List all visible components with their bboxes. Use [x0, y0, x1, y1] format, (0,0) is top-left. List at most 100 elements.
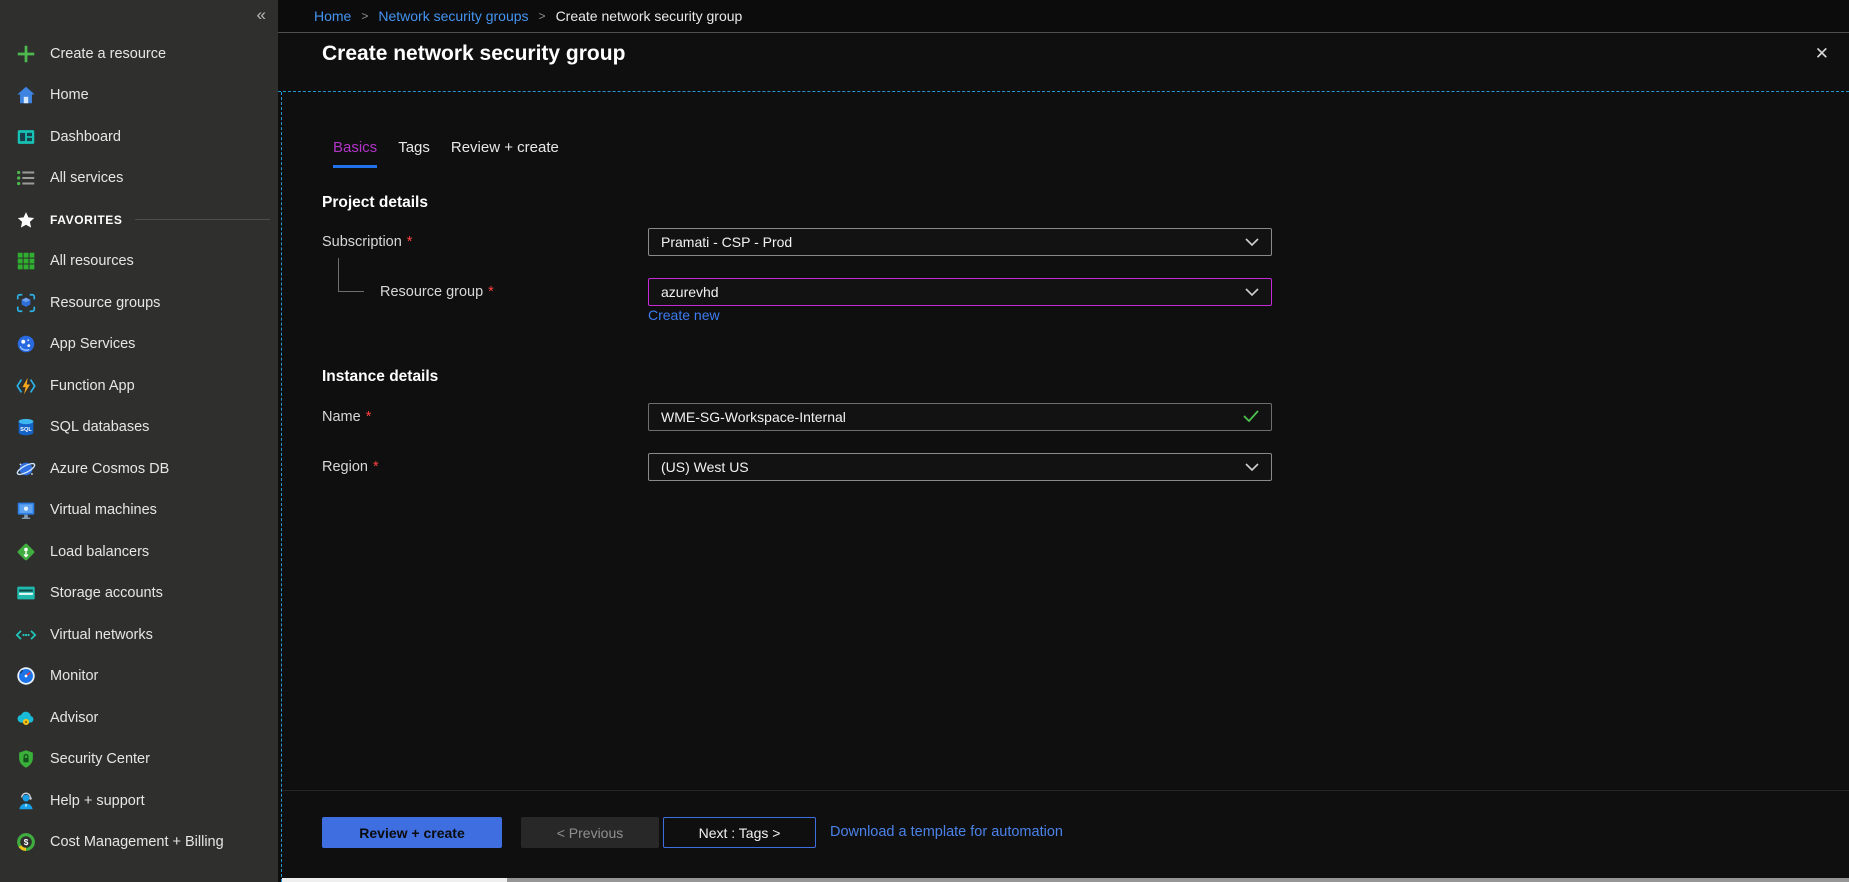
sidebar-item-cost-management-billing[interactable]: $ Cost Management + Billing [0, 822, 278, 864]
resource-group-dropdown[interactable]: azurevhd [648, 278, 1272, 306]
star-icon [14, 208, 38, 232]
list-icon [14, 166, 38, 190]
storage-icon [14, 581, 38, 605]
load-balancer-icon [14, 540, 38, 564]
tab-basics[interactable]: Basics [333, 139, 377, 168]
sidebar-item-all-services[interactable]: All services [0, 158, 278, 200]
favorites-divider [135, 219, 270, 220]
tab-tags[interactable]: Tags [398, 139, 430, 168]
breadcrumb-network-security-groups-link[interactable]: Network security groups [378, 8, 528, 24]
security-center-icon [14, 747, 38, 771]
download-template-link[interactable]: Download a template for automation [830, 817, 1063, 848]
project-details-heading: Project details [322, 194, 428, 212]
sidebar-nav: Create a resource Home Dashboard All ser… [0, 33, 278, 863]
sidebar-collapse-button[interactable]: « [251, 3, 272, 27]
name-input[interactable]: WME-SG-Workspace-Internal [648, 403, 1272, 431]
sidebar-item-label: App Services [50, 336, 135, 352]
resource-group-connector-line [338, 258, 364, 292]
horizontal-scrollbar-thumb[interactable] [282, 878, 507, 882]
sidebar-item-app-services[interactable]: App Services [0, 324, 278, 366]
sidebar-item-storage-accounts[interactable]: Storage accounts [0, 573, 278, 615]
sidebar-item-label: Dashboard [50, 129, 121, 145]
region-label: Region* [322, 453, 379, 481]
main-area: Home > Network security groups > Create … [278, 0, 1849, 882]
sidebar-section-favorites: FAVORITES [0, 199, 278, 241]
sidebar-item-label: Help + support [50, 793, 145, 809]
valid-check-icon [1243, 409, 1259, 425]
sidebar-item-all-resources[interactable]: All resources [0, 241, 278, 283]
page-title: Create network security group [322, 42, 625, 66]
sidebar-item-label: Security Center [50, 751, 150, 767]
close-icon[interactable]: ✕ [1809, 42, 1835, 66]
sidebar-item-label: Function App [50, 378, 135, 394]
svg-text:$: $ [24, 838, 29, 847]
sidebar-item-label: Virtual networks [50, 627, 153, 643]
sidebar-item-create-a-resource[interactable]: Create a resource [0, 33, 278, 75]
sidebar-item-label: SQL databases [50, 419, 149, 435]
breadcrumb-home-link[interactable]: Home [314, 8, 351, 24]
required-marker: * [488, 284, 494, 300]
sidebar-item-virtual-machines[interactable]: Virtual machines [0, 490, 278, 532]
review-create-button[interactable]: Review + create [322, 817, 502, 848]
sidebar-section-label: FAVORITES [50, 213, 123, 227]
sidebar-item-load-balancers[interactable]: Load balancers [0, 531, 278, 573]
footer-divider [282, 790, 1849, 791]
create-new-link[interactable]: Create new [648, 307, 720, 323]
sidebar-item-label: Virtual machines [50, 502, 157, 518]
tab-bar: Basics Tags Review + create [333, 139, 559, 168]
required-marker: * [366, 409, 372, 425]
svg-text:SQL: SQL [20, 427, 32, 433]
subscription-dropdown[interactable]: Pramati - CSP - Prod [648, 228, 1272, 256]
sidebar-item-label: Resource groups [50, 295, 160, 311]
chevron-down-icon [1245, 234, 1259, 250]
subscription-label: Subscription* [322, 228, 412, 256]
blade-content: Basics Tags Review + create Project deta… [278, 91, 1849, 882]
next-tags-button[interactable]: Next : Tags > [663, 817, 816, 848]
focus-outline [281, 92, 282, 882]
region-dropdown[interactable]: (US) West US [648, 453, 1272, 481]
blade-title-bar: Create network security group ✕ [278, 32, 1849, 74]
region-value: (US) West US [661, 459, 749, 475]
sidebar-item-label: Monitor [50, 668, 98, 684]
sidebar-item-azure-cosmos-db[interactable]: Azure Cosmos DB [0, 448, 278, 490]
help-support-icon [14, 789, 38, 813]
resource-group-label: Resource group* [380, 278, 494, 306]
sidebar-item-label: Create a resource [50, 46, 166, 62]
tab-review-create[interactable]: Review + create [451, 139, 559, 168]
sidebar-item-label: Cost Management + Billing [50, 834, 224, 850]
virtual-machine-icon [14, 498, 38, 522]
required-marker: * [373, 459, 379, 475]
breadcrumb-separator-icon: > [361, 9, 368, 23]
chevron-down-icon [1245, 459, 1259, 475]
breadcrumb: Home > Network security groups > Create … [278, 0, 1849, 32]
sidebar: « Create a resource Home Dashboard [0, 0, 278, 882]
instance-details-heading: Instance details [322, 368, 438, 386]
sidebar-item-function-app[interactable]: Function App [0, 365, 278, 407]
subscription-value: Pramati - CSP - Prod [661, 234, 792, 250]
sidebar-item-monitor[interactable]: Monitor [0, 656, 278, 698]
sidebar-item-sql-databases[interactable]: SQL SQL databases [0, 407, 278, 449]
cosmos-db-icon [14, 457, 38, 481]
resource-group-value: azurevhd [661, 284, 719, 300]
sidebar-item-resource-groups[interactable]: Resource groups [0, 282, 278, 324]
sidebar-item-dashboard[interactable]: Dashboard [0, 116, 278, 158]
sidebar-item-advisor[interactable]: Advisor [0, 697, 278, 739]
sql-database-icon: SQL [14, 415, 38, 439]
plus-icon [14, 42, 38, 66]
sidebar-item-help-support[interactable]: Help + support [0, 780, 278, 822]
sidebar-item-label: Home [50, 87, 89, 103]
sidebar-item-label: All services [50, 170, 123, 186]
sidebar-item-virtual-networks[interactable]: Virtual networks [0, 614, 278, 656]
cost-management-icon: $ [14, 830, 38, 854]
advisor-icon [14, 706, 38, 730]
horizontal-scrollbar[interactable] [282, 878, 1849, 882]
name-value: WME-SG-Workspace-Internal [661, 409, 846, 425]
sidebar-item-label: Storage accounts [50, 585, 163, 601]
virtual-network-icon [14, 623, 38, 647]
monitor-icon [14, 664, 38, 688]
sidebar-item-home[interactable]: Home [0, 75, 278, 117]
sidebar-item-security-center[interactable]: Security Center [0, 739, 278, 781]
required-marker: * [407, 234, 413, 250]
sidebar-item-label: All resources [50, 253, 134, 269]
previous-button[interactable]: < Previous [521, 817, 659, 848]
